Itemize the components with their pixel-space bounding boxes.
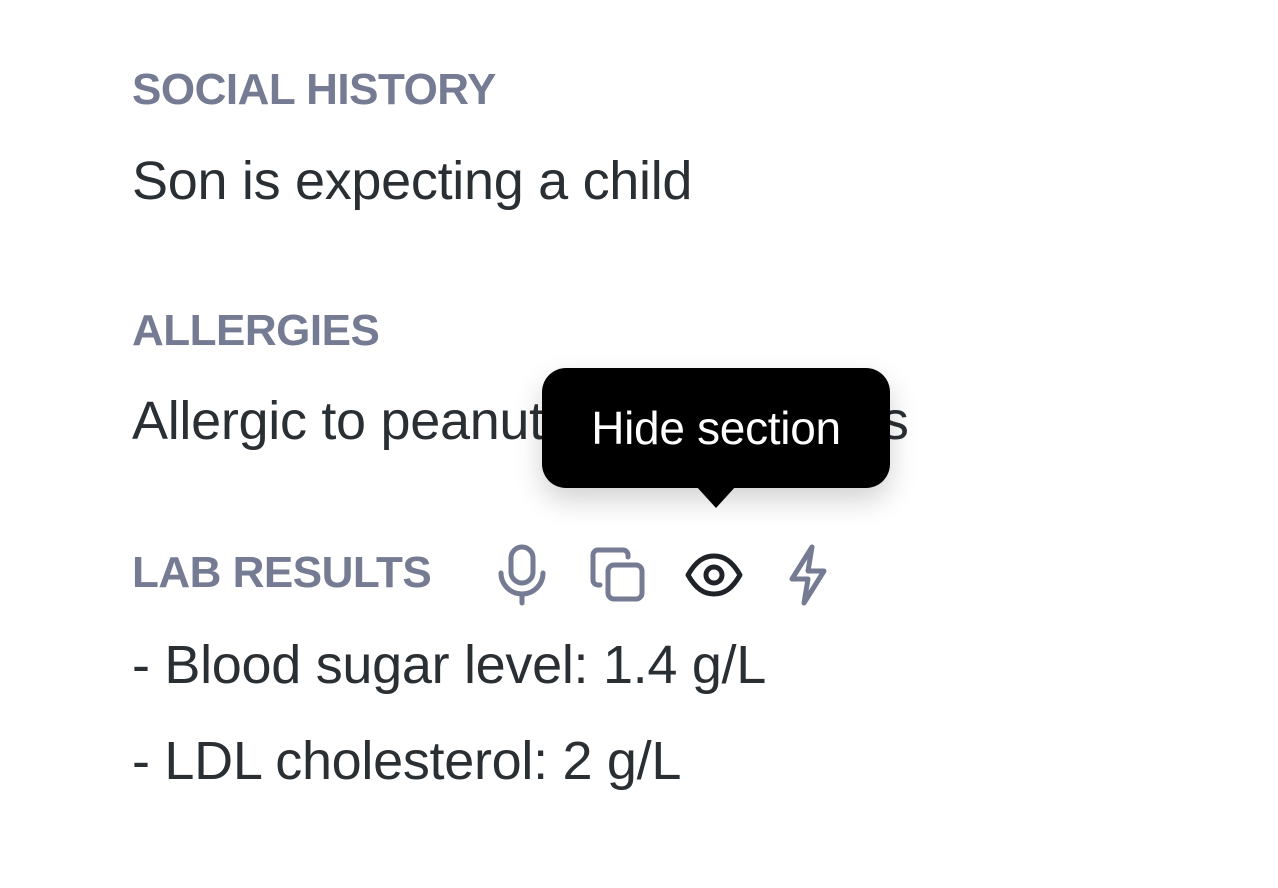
microphone-icon xyxy=(494,543,550,607)
allergies-heading: ALLERGIES xyxy=(132,306,380,355)
dictate-button[interactable] xyxy=(490,543,554,607)
copy-section-button[interactable] xyxy=(586,543,650,607)
social-history-text[interactable]: Son is expecting a child xyxy=(132,154,692,208)
tooltip-label: Hide section xyxy=(591,402,841,454)
tooltip-arrow xyxy=(696,486,736,508)
lightning-icon xyxy=(784,543,832,607)
auto-generate-button[interactable] xyxy=(776,543,840,607)
lab-results-heading: LAB RESULTS xyxy=(132,548,432,597)
eye-icon xyxy=(684,551,744,599)
social-history-heading: SOCIAL HISTORY xyxy=(132,65,496,114)
hide-section-button[interactable] xyxy=(682,543,746,607)
lab-result-line[interactable]: - LDL cholesterol: 2 g/L xyxy=(132,734,681,788)
hide-section-tooltip: Hide section xyxy=(542,368,890,488)
lab-result-line[interactable]: - Blood sugar level: 1.4 g/L xyxy=(132,638,766,692)
copy-icon xyxy=(588,545,648,605)
